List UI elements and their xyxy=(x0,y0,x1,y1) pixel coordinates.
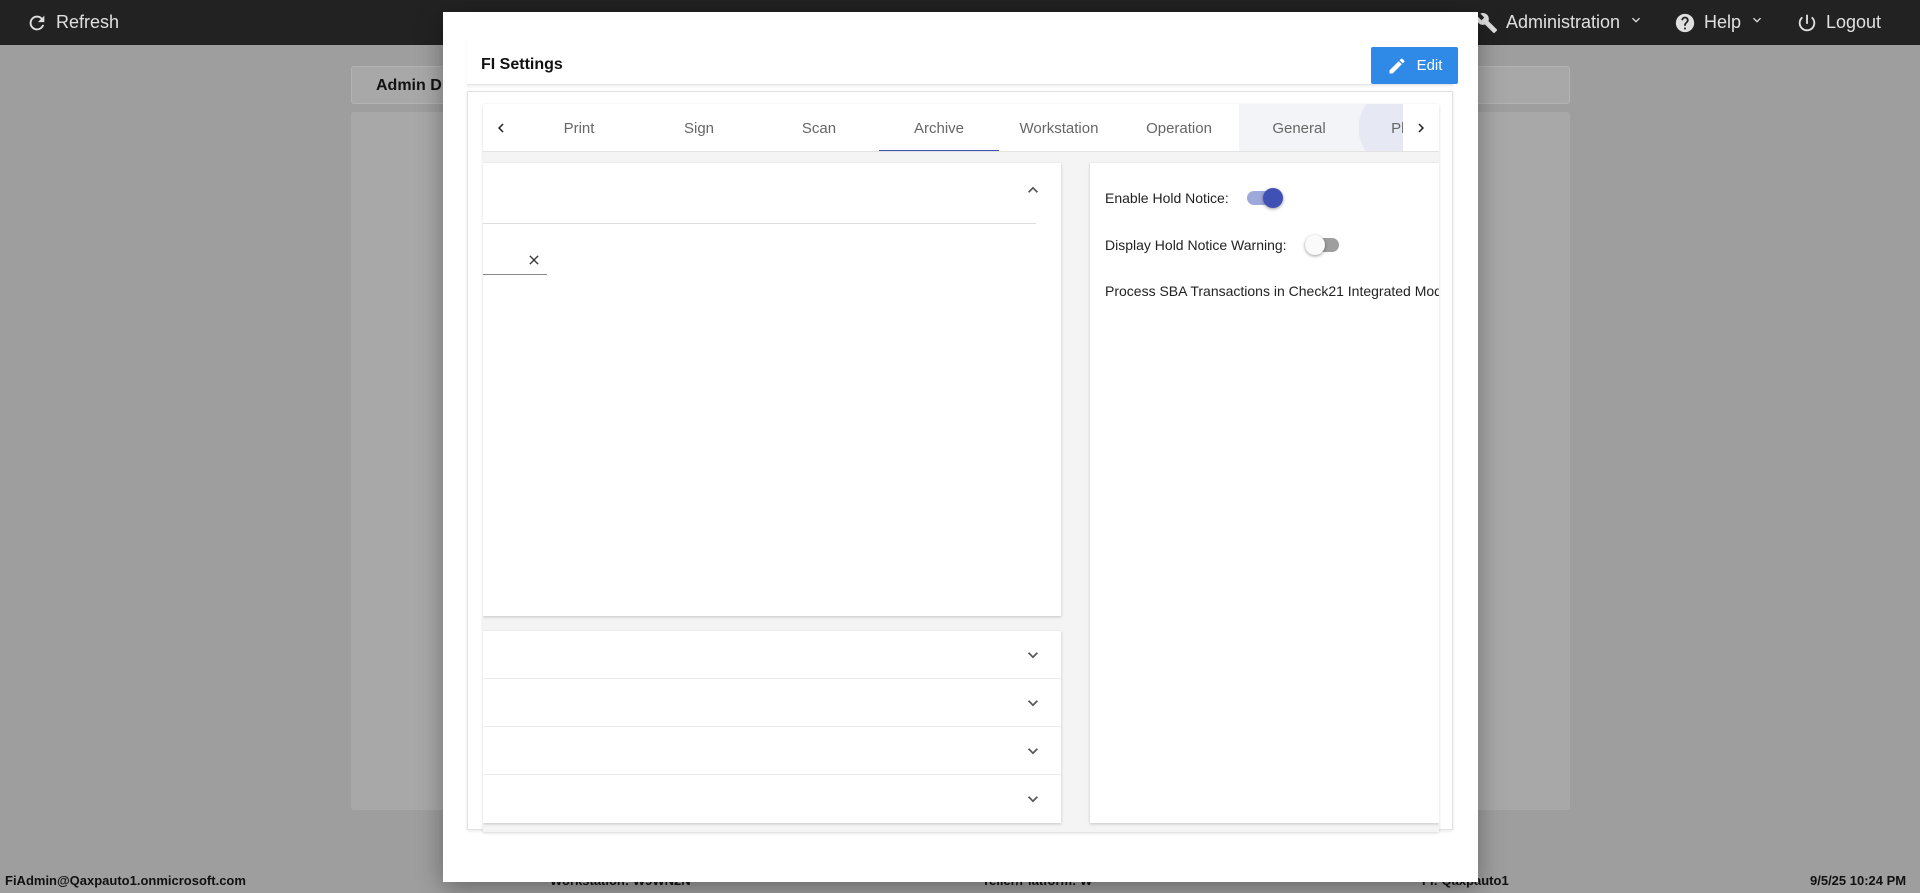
settings-container: Print Sign Scan Archive Workstation Oper… xyxy=(483,104,1439,832)
tab-workstation[interactable]: Workstation xyxy=(999,104,1119,151)
tab-label: Archive xyxy=(913,119,965,137)
refresh-label: Refresh xyxy=(56,12,120,32)
close-icon xyxy=(529,255,539,265)
hold-notice-settings-panel: Enable Hold Notice: Display Hold Notice … xyxy=(1090,163,1439,823)
enable-hold-notice-setting: Enable Hold Notice: xyxy=(1105,188,1283,208)
power-icon xyxy=(1796,12,1818,34)
tab-scroll-right-button[interactable] xyxy=(1403,104,1439,151)
help-circle-icon xyxy=(1674,12,1696,34)
dialog-header: FI Settings Edit xyxy=(467,35,1458,85)
accordion-row[interactable] xyxy=(483,727,1061,775)
chevron-down-icon xyxy=(1628,12,1644,33)
enable-hold-notice-label: Enable Hold Notice: xyxy=(1105,190,1229,206)
process-sba-label: Process SBA Transactions in Check21 Inte… xyxy=(1105,283,1439,299)
display-hold-warning-setting: Display Hold Notice Warning: xyxy=(1105,235,1341,255)
dialog-title: FI Settings xyxy=(481,56,563,73)
administration-label: Administration xyxy=(1506,12,1621,32)
toggle-thumb xyxy=(1304,235,1325,255)
chevron-down-icon xyxy=(1749,12,1765,33)
tab-sign[interactable]: Sign xyxy=(639,104,759,151)
expanded-panel xyxy=(483,163,1061,616)
refresh-button[interactable]: Refresh xyxy=(26,0,119,45)
tab-general[interactable]: General xyxy=(1239,104,1359,151)
footer-user: FiAdmin@Qaxpauto1.onmicrosoft.com xyxy=(5,873,246,888)
chevron-down-icon xyxy=(1023,645,1043,665)
background-page-title: Admin D xyxy=(376,77,442,94)
chevron-down-icon xyxy=(1023,789,1043,809)
refresh-icon xyxy=(26,12,48,34)
collapsed-panels xyxy=(483,631,1061,823)
chevron-right-icon xyxy=(1418,123,1424,133)
enable-hold-notice-toggle[interactable] xyxy=(1246,188,1283,208)
tab-scan[interactable]: Scan xyxy=(759,104,879,151)
logout-button[interactable]: Logout xyxy=(1796,0,1881,45)
chevron-up-icon xyxy=(1028,186,1038,193)
tab-scroll-left-button[interactable] xyxy=(483,104,519,151)
tab-print[interactable]: Print xyxy=(519,104,639,151)
dialog-content: Print Sign Scan Archive Workstation Oper… xyxy=(467,91,1453,832)
process-sba-setting: Process SBA Transactions in Check21 Inte… xyxy=(1105,283,1439,299)
select-field[interactable] xyxy=(483,249,547,275)
tab-list: Print Sign Scan Archive Workstation Oper… xyxy=(519,104,1439,151)
toggle-thumb xyxy=(1262,188,1283,208)
fi-settings-dialog: FI Settings Edit Print Sign Scan Archive… xyxy=(443,12,1478,882)
tab-operation[interactable]: Operation xyxy=(1119,104,1239,151)
footer-datetime: 9/5/25 10:24 PM xyxy=(1810,873,1907,888)
administration-menu[interactable]: Administration xyxy=(1476,0,1644,45)
tab-label: General xyxy=(1272,119,1326,137)
logout-label: Logout xyxy=(1826,12,1882,32)
wrench-icon xyxy=(1476,12,1498,34)
clear-selection-button[interactable] xyxy=(526,252,542,268)
tab-label: Print xyxy=(563,119,595,137)
tab-label: Scan xyxy=(801,119,837,137)
display-hold-warning-label: Display Hold Notice Warning: xyxy=(1105,237,1287,253)
accordion-row[interactable] xyxy=(483,631,1061,679)
help-menu[interactable]: Help xyxy=(1674,0,1765,45)
settings-tab-bar: Print Sign Scan Archive Workstation Oper… xyxy=(483,104,1439,152)
tab-archive[interactable]: Archive xyxy=(879,104,999,151)
help-label: Help xyxy=(1704,12,1742,32)
tab-label: Workstation xyxy=(1019,119,1099,137)
accordion-row[interactable] xyxy=(483,679,1061,727)
tab-label: Operation xyxy=(1146,119,1212,137)
panel-divider xyxy=(483,223,1036,224)
pencil-icon xyxy=(1389,57,1405,73)
chevron-left-icon xyxy=(498,123,504,133)
collapse-panel-button[interactable] xyxy=(1023,180,1043,200)
edit-button[interactable]: Edit xyxy=(1371,47,1458,84)
edit-label: Edit xyxy=(1416,57,1443,74)
chevron-down-icon xyxy=(1023,741,1043,761)
accordion-row[interactable] xyxy=(483,775,1061,823)
tab-label: Sign xyxy=(683,119,715,137)
chevron-down-icon xyxy=(1023,693,1043,713)
display-hold-warning-toggle[interactable] xyxy=(1304,235,1341,255)
